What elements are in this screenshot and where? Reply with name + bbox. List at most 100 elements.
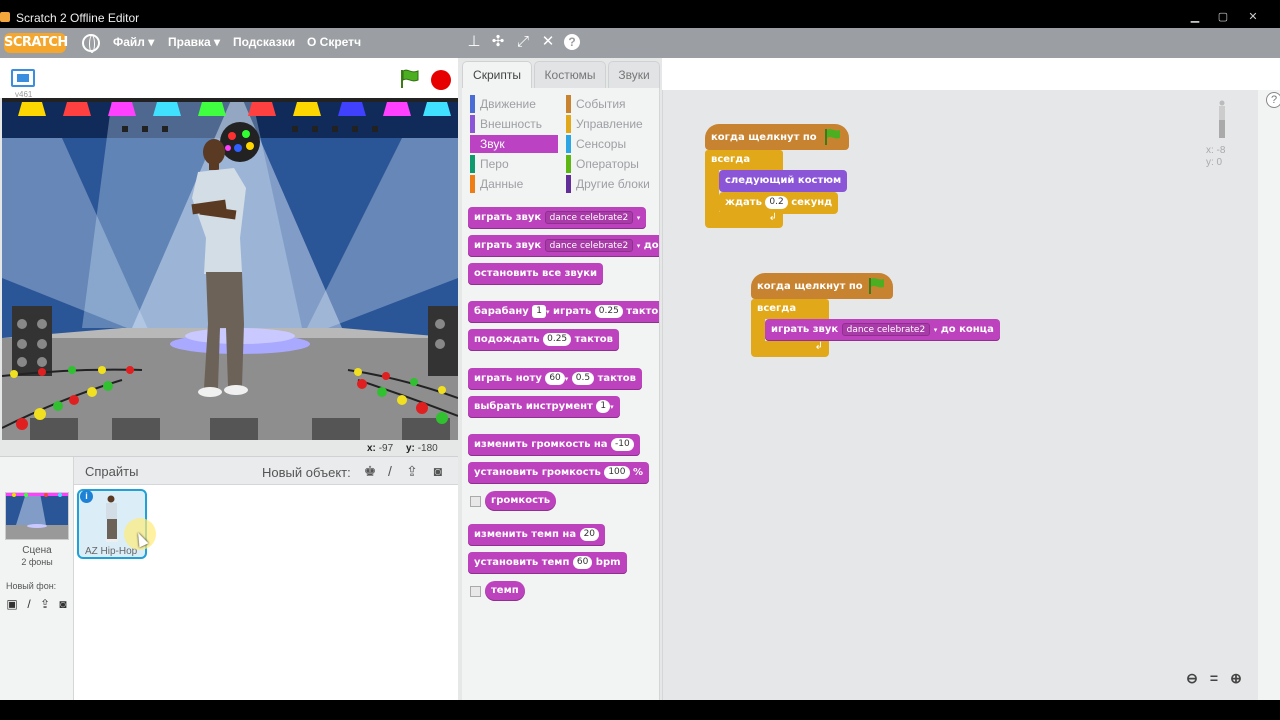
sprites-title: Спрайты: [85, 464, 139, 479]
stage-column: Сцена 2 фоны Новый фон: ▣ / ⇪ ◙: [0, 457, 74, 720]
script2-forever-arm: [751, 319, 765, 341]
block-set-volume[interactable]: установить громкость 100 %: [468, 462, 650, 484]
script1-forever-arm: [705, 170, 719, 212]
block-change-tempo[interactable]: изменить темп на 20: [468, 524, 606, 546]
upload-background-icon[interactable]: ⇪: [37, 597, 53, 611]
delete-scissors-icon[interactable]: ✣: [489, 33, 507, 51]
sprite-x-readout: x: -8: [1206, 145, 1226, 156]
category-looks[interactable]: Внешность: [470, 115, 558, 133]
current-sprite-mini-icon: [1219, 100, 1225, 138]
tab-costumes[interactable]: Костюмы: [534, 61, 606, 88]
paint-sprite-icon[interactable]: /: [381, 462, 399, 480]
new-sprite-label: Новый объект:: [262, 465, 351, 480]
scene-label: Сцена: [22, 545, 52, 556]
window-title: Scratch 2 Offline Editor: [16, 11, 140, 25]
block-set-tempo[interactable]: установить темп 60 bpm: [468, 552, 627, 574]
stage-thumbnail-image: [6, 493, 68, 539]
menu-edit[interactable]: Правка ▾: [168, 35, 220, 49]
upload-sprite-icon[interactable]: ⇪: [403, 462, 421, 480]
block-play-sound-until-done[interactable]: играть звук dance celebrate2 ▾ до: [468, 235, 659, 257]
current-sprite-position: x: -8 y: 0: [1206, 145, 1225, 169]
block-play-sound[interactable]: играть звук dance celebrate2 ▾: [468, 207, 647, 229]
category-sensing[interactable]: Сенсоры: [566, 135, 654, 153]
sprite-thumbnail-image: [106, 495, 118, 542]
category-sound[interactable]: Звук: [470, 135, 558, 153]
maximize-icon[interactable]: ▢: [1214, 10, 1232, 24]
category-data[interactable]: Данные: [470, 175, 558, 193]
scratch-editor-window: Scratch 2 Offline Editor ▁ ▢ ✕ SCRATCH Ф…: [0, 0, 1280, 720]
stage-canvas[interactable]: [2, 98, 458, 440]
reporter-volume[interactable]: громкость: [485, 491, 557, 511]
right-strip: [1258, 90, 1280, 700]
camera-background-icon[interactable]: ◙: [55, 597, 71, 611]
app-icon: [0, 12, 10, 22]
zoom-out-icon[interactable]: ⊖: [1183, 669, 1201, 687]
editor-tabs: Скрипты Костюмы Звуки: [462, 58, 662, 89]
block-play-note[interactable]: играть ноту 60 ▾ 0.5 тактов: [468, 368, 642, 390]
scene-background-count: 2 фоны: [21, 557, 53, 567]
script1-wait-block[interactable]: ждать 0.2 секунд: [719, 192, 839, 214]
tempo-monitor-checkbox[interactable]: [470, 586, 481, 597]
script1-forever-block[interactable]: всегда: [705, 150, 783, 170]
title-bar: Scratch 2 Offline Editor ▁ ▢ ✕: [0, 0, 1280, 28]
dancer-sprite[interactable]: [190, 138, 254, 400]
script1-when-flag-clicked-hat[interactable]: когда щелкнут по: [705, 124, 849, 150]
stage-thumbnail[interactable]: [5, 492, 69, 540]
block-change-volume[interactable]: изменить громкость на -10: [468, 434, 640, 456]
block-help-icon[interactable]: ?: [564, 34, 580, 50]
script2-play-sound-until-done-block[interactable]: играть звук dance celebrate2 ▾ до конца: [765, 319, 1000, 341]
category-pen[interactable]: Перо: [470, 155, 558, 173]
menu-bar: SCRATCH Файл ▾ Правка ▾ Подсказки О Скре…: [0, 28, 1280, 58]
sprite-pane: Сцена 2 фоны Новый фон: ▣ / ⇪ ◙ Спрайты …: [0, 456, 458, 720]
presentation-mode-icon[interactable]: [11, 69, 35, 87]
script2-forever-end: ↲: [751, 341, 829, 357]
reporter-tempo[interactable]: темп: [485, 581, 525, 601]
minimize-icon[interactable]: ▁: [1186, 10, 1204, 24]
category-events[interactable]: События: [566, 95, 654, 113]
block-play-drum[interactable]: барабану 1 ▾ играть 0.25 такто: [468, 301, 659, 323]
stop-icon[interactable]: [431, 70, 451, 90]
block-set-instrument[interactable]: выбрать инструмент 1 ▾: [468, 396, 620, 418]
script2-flag-icon: [869, 278, 884, 294]
menu-tips[interactable]: Подсказки: [233, 35, 295, 49]
zoom-reset-icon[interactable]: =: [1205, 669, 1223, 687]
close-icon[interactable]: ✕: [1244, 10, 1262, 24]
menu-about[interactable]: О Скретч: [307, 35, 361, 49]
script1-next-costume-block[interactable]: следующий костюм: [719, 170, 848, 192]
category-control[interactable]: Управление: [566, 115, 654, 133]
green-flag-icon[interactable]: [399, 69, 421, 89]
script2-forever-block[interactable]: всегда: [751, 299, 829, 319]
volume-monitor-checkbox[interactable]: [470, 496, 481, 507]
script-area[interactable]: когда щелкнут по всегда следующий костюм…: [662, 90, 1258, 700]
block-stop-all-sounds[interactable]: остановить все звуки: [468, 263, 604, 285]
block-palette: Движение События Внешность Управление Зв…: [462, 88, 660, 700]
sprite-info-icon[interactable]: i: [80, 490, 93, 503]
script2-when-flag-clicked-hat[interactable]: когда щелкнут по: [751, 273, 893, 299]
bottom-letterbox: [0, 700, 1280, 720]
mouse-x-readout: x: -97: [367, 443, 394, 454]
sprite-name: AZ Hip-Hop: [85, 546, 138, 557]
choose-sprite-library-icon[interactable]: ♚: [361, 462, 379, 480]
menu-file[interactable]: Файл ▾: [113, 35, 154, 49]
block-rest-for[interactable]: подождать 0.25 тактов: [468, 329, 619, 351]
help-icon[interactable]: ?: [1266, 92, 1280, 108]
tab-sounds[interactable]: Звуки: [608, 61, 660, 88]
camera-sprite-icon[interactable]: ◙: [429, 462, 447, 480]
new-background-label: Новый фон:: [6, 581, 57, 591]
stage-header: v461: [0, 58, 458, 99]
paint-background-icon[interactable]: /: [21, 597, 37, 611]
scratch-logo[interactable]: SCRATCH: [4, 33, 68, 53]
choose-background-library-icon[interactable]: ▣: [4, 597, 20, 611]
sprites-header: Спрайты Новый объект: ♚ / ⇪ ◙: [74, 457, 458, 485]
script1-flag-icon: [825, 129, 840, 145]
tab-scripts[interactable]: Скрипты: [462, 61, 532, 89]
category-operators[interactable]: Операторы: [566, 155, 654, 173]
grow-icon[interactable]: ⤢: [514, 33, 532, 51]
category-more-blocks[interactable]: Другие блоки: [566, 175, 654, 193]
category-motion[interactable]: Движение: [470, 95, 558, 113]
duplicate-stamp-icon[interactable]: ⊥: [465, 33, 483, 51]
zoom-in-icon[interactable]: ⊕: [1227, 669, 1245, 687]
mouse-y-readout: y: -180: [406, 443, 438, 454]
shrink-icon[interactable]: ✕: [539, 33, 557, 51]
language-globe-icon[interactable]: [82, 34, 100, 53]
